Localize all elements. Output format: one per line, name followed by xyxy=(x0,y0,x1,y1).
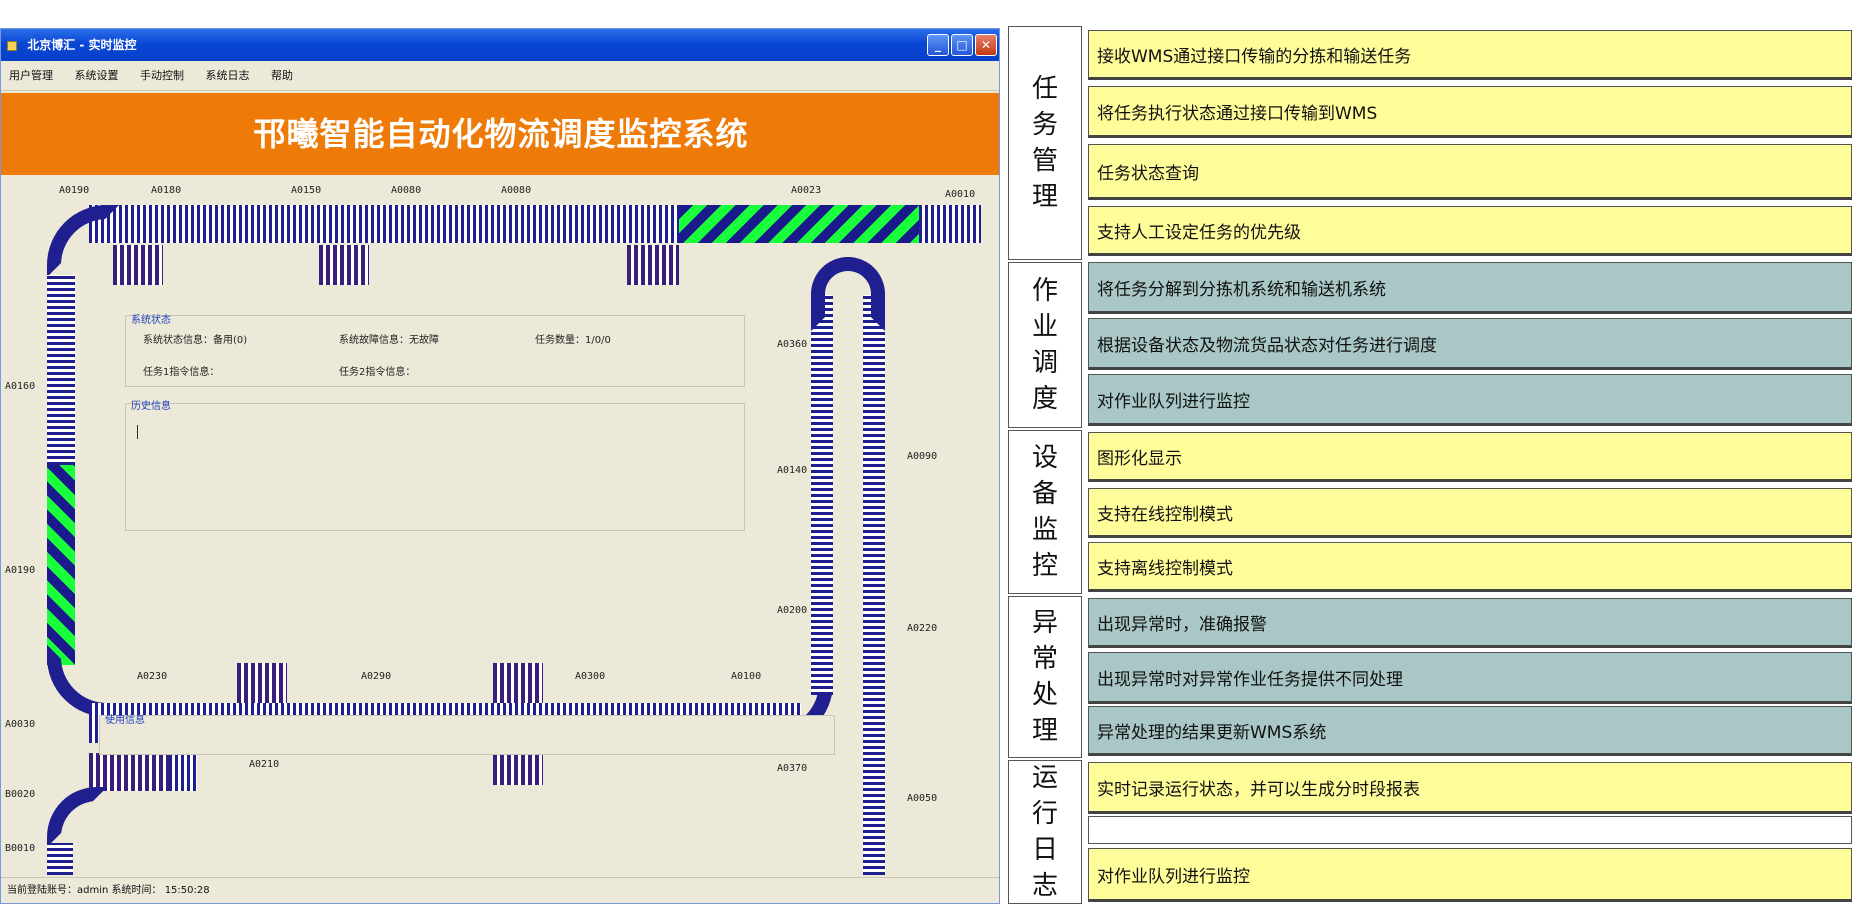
conveyor-top-end[interactable] xyxy=(919,205,981,243)
task-info-2: 任务2指令信息： xyxy=(339,367,416,378)
fault-label: 系统故障信息：无故障 xyxy=(339,335,439,346)
row-schedule-2: 根据设备状态及物流货品状态对任务进行调度 xyxy=(1088,318,1852,370)
branch-lower-left[interactable] xyxy=(89,753,169,791)
curve-lower-left xyxy=(47,787,107,847)
block-1[interactable] xyxy=(113,245,163,285)
label-a0370: A0370 xyxy=(777,763,808,774)
label-a0080: A0080 xyxy=(391,185,422,196)
row-schedule-3: 对作业队列进行监控 xyxy=(1088,374,1852,426)
block-3[interactable] xyxy=(627,245,679,285)
bottom-panel-title: 使用信息 xyxy=(105,715,145,726)
label-a0050: A0050 xyxy=(907,793,938,804)
conveyor-top-active[interactable] xyxy=(679,205,919,243)
label-b0010: B0010 xyxy=(5,843,36,854)
row-exception-1: 出现异常时，准确报警 xyxy=(1088,598,1852,648)
queue-value: 任务数量：1/0/0 xyxy=(535,335,611,346)
label-a0140: A0140 xyxy=(777,465,808,476)
sys-state-label: 系统状态信息：备用(0) xyxy=(143,335,248,346)
maximize-button[interactable]: □ xyxy=(951,34,973,56)
row-task-2: 将任务执行状态通过接口传输到WMS xyxy=(1088,86,1852,138)
label-a0010: A0010 xyxy=(945,189,976,200)
category-task: 任务管理 xyxy=(1008,26,1082,260)
category-exception: 异常处理 xyxy=(1008,596,1082,758)
status-panel-title: 系统状态 xyxy=(131,315,171,326)
conveyor-left-upper[interactable] xyxy=(47,275,75,465)
row-device-2: 支持在线控制模式 xyxy=(1088,488,1852,538)
menu-user[interactable]: 用户管理 xyxy=(9,69,53,82)
log-panel[interactable] xyxy=(125,403,745,531)
stage: 北京博汇 - 实时监控 _ □ ✕ 用户管理 系统设置 手动控制 系统日志 帮助… xyxy=(0,0,1854,911)
block-4[interactable] xyxy=(237,663,287,703)
system-banner: 邗曦智能自动化物流调度监控系统 xyxy=(1,93,999,175)
app-icon xyxy=(7,40,17,51)
conveyor-left-lower[interactable] xyxy=(47,843,73,875)
label-a0210: A0210 xyxy=(249,759,280,770)
row-log-1: 实时记录运行状态，并可以生成分时段报表 xyxy=(1088,762,1852,814)
label-a0023: A0023 xyxy=(791,185,822,196)
category-device: 设备监控 xyxy=(1008,430,1082,594)
menu-help[interactable]: 帮助 xyxy=(271,69,293,82)
menu-settings[interactable]: 系统设置 xyxy=(75,69,119,82)
label-a0080b: A0080 xyxy=(501,185,532,196)
text-cursor xyxy=(137,425,138,439)
row-exception-3: 异常处理的结果更新WMS系统 xyxy=(1088,706,1852,756)
curve-top-right xyxy=(811,257,885,331)
branch-lower-left-b[interactable] xyxy=(169,753,197,791)
conveyor-left-active[interactable] xyxy=(47,465,75,665)
menu-log[interactable]: 系统日志 xyxy=(206,69,250,82)
label-a0290: A0290 xyxy=(361,671,392,682)
row-device-1: 图形化显示 xyxy=(1088,432,1852,482)
label-a0300: A0300 xyxy=(575,671,606,682)
label-b0020: B0020 xyxy=(5,789,36,800)
label-a0190: A0190 xyxy=(59,185,90,196)
function-table: 任务管理 接收WMS通过接口传输的分拣和输送任务 将任务执行状态通过接口传输到W… xyxy=(1008,26,1854,904)
label-a0230: A0230 xyxy=(137,671,168,682)
row-schedule-1: 将任务分解到分拣机系统和输送机系统 xyxy=(1088,262,1852,314)
label-a0200: A0200 xyxy=(777,605,808,616)
label-a0090: A0090 xyxy=(907,451,938,462)
minimize-button[interactable]: _ xyxy=(927,34,949,56)
log-panel-title: 历史信息 xyxy=(131,401,171,412)
window-titlebar[interactable]: 北京博汇 - 实时监控 _ □ ✕ xyxy=(1,29,999,61)
bottom-panel xyxy=(99,715,835,755)
category-schedule: 作业调度 xyxy=(1008,262,1082,428)
task-info-1: 任务1指令信息： xyxy=(143,367,220,378)
close-button[interactable]: ✕ xyxy=(975,34,997,56)
row-exception-2: 出现异常时对异常作业任务提供不同处理 xyxy=(1088,652,1852,704)
conveyor-right-inner[interactable] xyxy=(811,295,833,695)
row-task-4: 支持人工设定任务的优先级 xyxy=(1088,206,1852,256)
label-a0180: A0180 xyxy=(151,185,182,196)
menu-manual[interactable]: 手动控制 xyxy=(140,69,184,82)
label-a0220: A0220 xyxy=(907,623,938,634)
conveyor-right-outer[interactable] xyxy=(863,295,885,875)
row-log-2 xyxy=(1088,816,1852,844)
label-a0160: A0160 xyxy=(5,381,36,392)
block-5[interactable] xyxy=(493,663,543,703)
label-a0100: A0100 xyxy=(731,671,762,682)
conveyor-canvas: A0190 A0180 A0150 A0080 A0080 A0023 A001… xyxy=(1,175,999,875)
label-a0030: A0030 xyxy=(5,719,36,730)
label-a0190b: A0190 xyxy=(5,565,36,576)
curve-top-left xyxy=(47,205,119,277)
status-bar: 当前登陆账号：admin 系统时间： 15:50:28 xyxy=(1,877,999,903)
monitor-window: 北京博汇 - 实时监控 _ □ ✕ 用户管理 系统设置 手动控制 系统日志 帮助… xyxy=(0,28,1000,904)
category-log: 运行日志 xyxy=(1008,760,1082,904)
row-device-3: 支持离线控制模式 xyxy=(1088,542,1852,592)
label-a0360: A0360 xyxy=(777,339,808,350)
label-a0150: A0150 xyxy=(291,185,322,196)
row-task-3: 任务状态查询 xyxy=(1088,144,1852,200)
menu-bar: 用户管理 系统设置 手动控制 系统日志 帮助 xyxy=(1,61,999,91)
conveyor-top[interactable] xyxy=(89,205,679,243)
row-log-3: 对作业队列进行监控 xyxy=(1088,848,1852,902)
block-2[interactable] xyxy=(319,245,369,285)
window-title: 北京博汇 - 实时监控 xyxy=(27,38,137,52)
row-task-1: 接收WMS通过接口传输的分拣和输送任务 xyxy=(1088,30,1852,80)
